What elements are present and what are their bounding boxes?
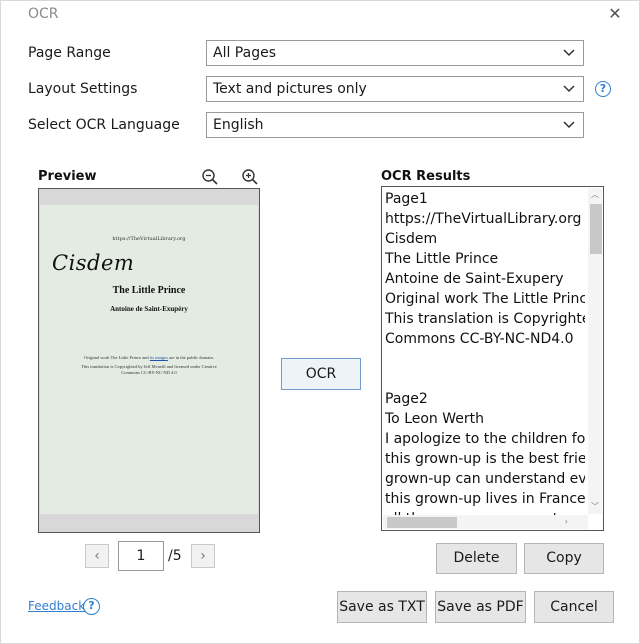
scroll-right-icon[interactable]: › (565, 517, 568, 527)
page-title: The Little Prince (112, 285, 186, 296)
vertical-scrollbar[interactable]: ︿ ﹀ (588, 188, 602, 514)
chevron-left-icon: ‹ (94, 548, 100, 564)
next-page-button[interactable]: › (191, 544, 215, 568)
page-range-select[interactable]: All Pages (206, 40, 584, 66)
preview-pane[interactable]: https://TheVirtualLibrary.org Cisdem The… (38, 188, 260, 533)
page-url: https://TheVirtualLibrary.org (112, 236, 186, 242)
page-range-label: Page Range (28, 45, 111, 61)
page-logo: Cisdem (52, 251, 135, 275)
ocr-result-line: Antoine de Saint-Exupery (385, 271, 564, 287)
ocr-result-line (385, 369, 585, 389)
horizontal-scroll-thumb[interactable] (387, 517, 457, 528)
zoom-in-icon[interactable] (241, 168, 259, 186)
ocr-button[interactable]: OCR (281, 358, 361, 390)
page-range-value: All Pages (213, 45, 276, 61)
close-button[interactable]: ✕ (605, 4, 625, 24)
ocr-result-line: https://TheVirtualLibrary.org (385, 211, 582, 227)
ocr-result-line: I apologize to the children for dedicati… (385, 431, 585, 447)
copy-button[interactable]: Copy (524, 543, 604, 574)
chevron-right-icon: › (200, 548, 206, 564)
ocr-result-line: To Leon Werth (385, 411, 484, 427)
close-icon: ✕ (608, 4, 622, 23)
zoom-out-icon[interactable] (201, 168, 219, 186)
ocr-result-line: Commons CC-BY-NC-ND4.0 (385, 331, 574, 347)
ocr-result-line: Cisdem (385, 231, 438, 247)
title-bar: OCR ✕ (1, 1, 639, 29)
ocr-results-text: Page1 https://TheVirtualLibrary.org Cisdem… (385, 189, 585, 515)
chevron-down-icon (563, 121, 575, 129)
page-note-line: Original work The Little Prince and its … (84, 355, 214, 360)
save-as-txt-button[interactable]: Save as TXT (337, 591, 427, 623)
page-note-line: This translation is Copyrighted by Jeff … (81, 364, 217, 369)
page-number-input[interactable]: 1 (118, 541, 164, 571)
chevron-down-icon (563, 85, 575, 93)
scroll-up-icon[interactable]: ︿ (591, 190, 599, 200)
layout-settings-select[interactable]: Text and pictures only (206, 76, 584, 102)
vertical-scroll-thumb[interactable] (590, 204, 602, 254)
page-note-line: Commons CC-BY-NC-ND 4.0 (121, 370, 177, 375)
save-as-pdf-button[interactable]: Save as PDF (435, 591, 526, 623)
horizontal-scrollbar[interactable]: › (383, 515, 588, 529)
prev-page-button[interactable]: ‹ (85, 544, 109, 568)
ocr-result-line (385, 349, 585, 369)
layout-settings-label: Layout Settings (28, 81, 138, 97)
ocr-result-line: The Little Prince (385, 251, 499, 267)
chevron-down-icon (563, 49, 575, 57)
ocr-result-line: Original work The Little Prince and its … (385, 291, 585, 307)
ocr-results-label: OCR Results (381, 169, 471, 184)
preview-label: Preview (38, 169, 97, 184)
feedback-link[interactable]: Feedback (28, 599, 85, 613)
ocr-result-line: This translation is Copyrighted by Jeff … (385, 311, 585, 327)
ocr-language-value: English (213, 117, 264, 133)
delete-button[interactable]: Delete (436, 543, 517, 574)
page-total: /5 (168, 548, 182, 564)
ocr-result-line: grown-up can understand everything, even… (385, 471, 585, 487)
ocr-language-label: Select OCR Language (28, 117, 180, 133)
page-author: Antoine de Saint-Exupéry (110, 305, 188, 313)
help-icon[interactable]: ? (595, 81, 611, 97)
ocr-results-textarea[interactable]: Page1 https://TheVirtualLibrary.org Cisdem… (381, 186, 604, 531)
help-icon[interactable]: ? (83, 598, 100, 615)
cancel-button[interactable]: Cancel (534, 591, 614, 623)
ocr-result-line: this grown-up is the best friend I have … (385, 451, 585, 467)
preview-page: https://TheVirtualLibrary.org Cisdem The… (40, 205, 258, 514)
ocr-dialog: OCR ✕ Page Range All Pages Layout Settin… (0, 0, 640, 644)
scroll-down-icon[interactable]: ﹀ (591, 502, 599, 512)
layout-settings-value: Text and pictures only (213, 81, 367, 97)
ocr-result-line: Page2 (385, 391, 428, 407)
ocr-result-line: Page1 (385, 191, 428, 207)
window-title: OCR (28, 6, 59, 22)
ocr-language-select[interactable]: English (206, 112, 584, 138)
ocr-result-line: this grown-up lives in France where he i… (385, 491, 585, 507)
